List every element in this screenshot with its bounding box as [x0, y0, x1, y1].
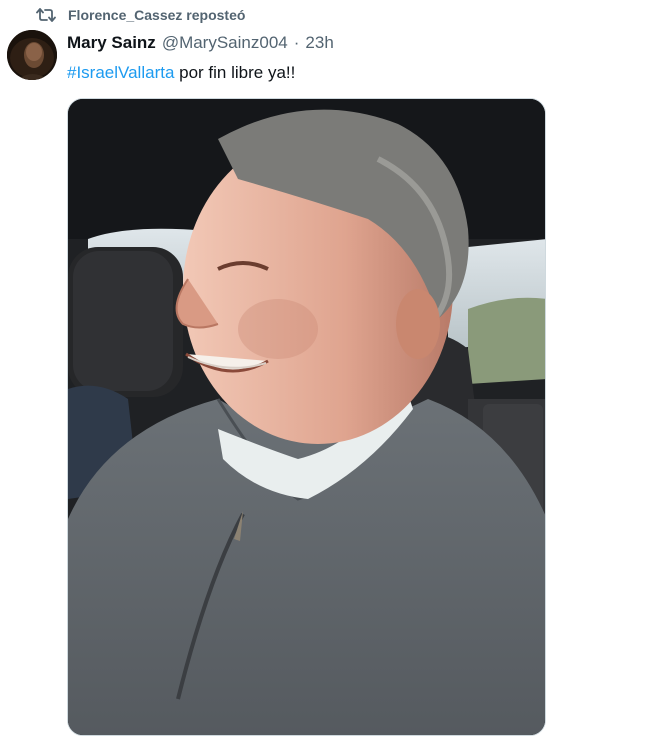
- hashtag-link[interactable]: #IsraelVallarta: [67, 63, 174, 82]
- tweet-photo[interactable]: [67, 98, 546, 736]
- repost-text[interactable]: Florence_Cassez reposteó: [68, 7, 245, 23]
- tweet[interactable]: Florence_Cassez reposteó Mary Sainz @Mar…: [0, 0, 660, 753]
- repost-indicator: Florence_Cassez reposteó: [36, 4, 245, 26]
- repost-icon: [36, 6, 56, 24]
- timestamp[interactable]: 23h: [305, 33, 333, 53]
- tweet-body: por fin libre ya!!: [174, 63, 296, 82]
- tweet-text: #IsraelVallarta por fin libre ya!!: [67, 61, 295, 85]
- author-handle[interactable]: @MarySainz004: [162, 33, 288, 53]
- separator-dot: ·: [293, 33, 300, 52]
- tweet-header: Mary Sainz @MarySainz004 · 23h: [67, 30, 334, 56]
- avatar[interactable]: [7, 30, 57, 80]
- author-name[interactable]: Mary Sainz: [67, 33, 156, 53]
